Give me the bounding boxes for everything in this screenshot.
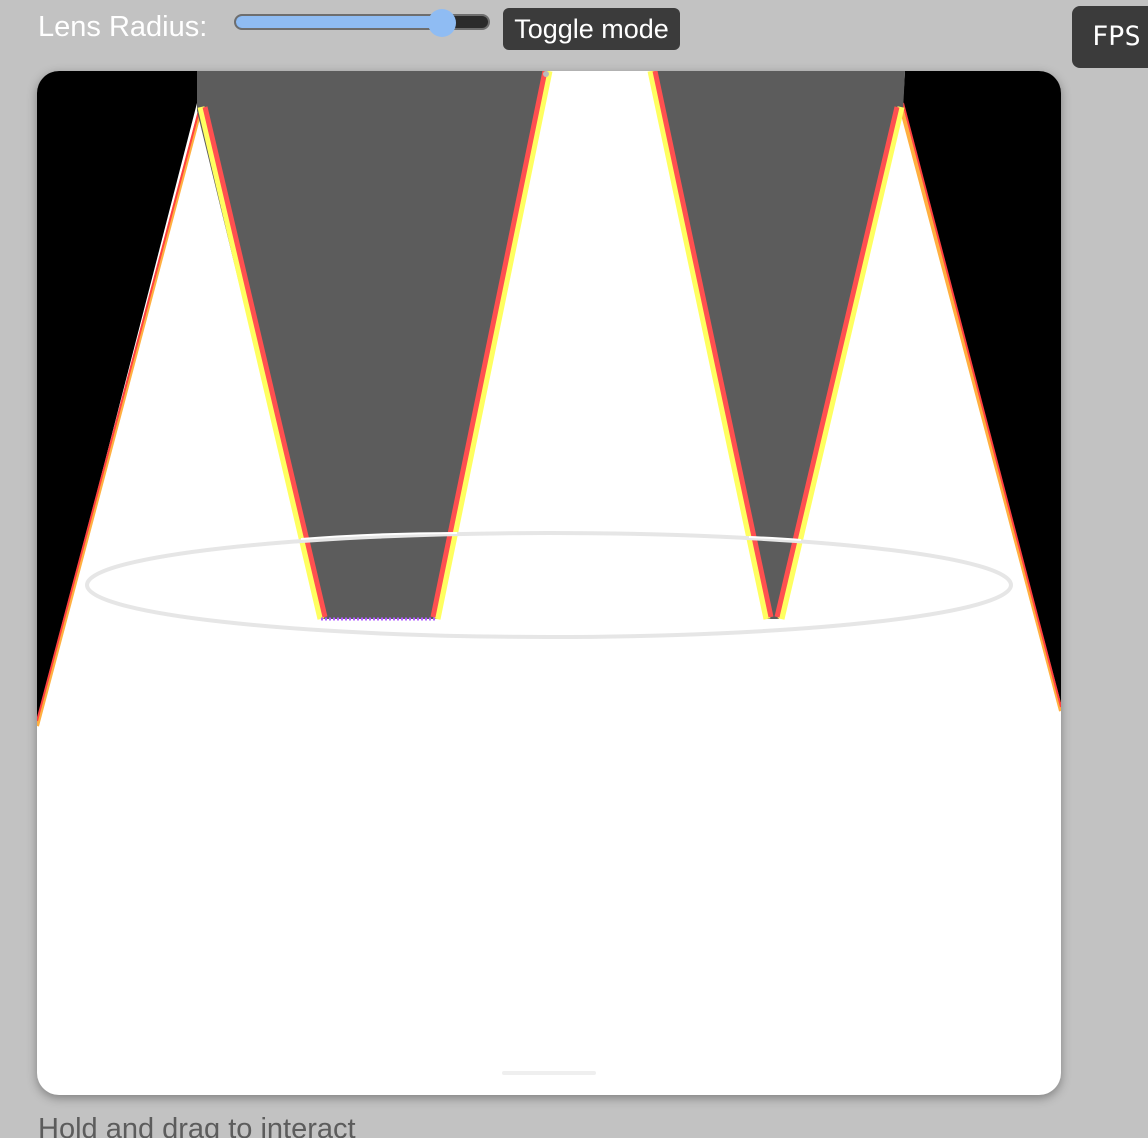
lens-ellipse[interactable]: [85, 531, 1013, 639]
pivot-dot: [543, 71, 549, 77]
lens-radius-slider[interactable]: [234, 9, 490, 37]
interaction-hint: Hold and drag to interact: [38, 1113, 356, 1138]
lens-canvas[interactable]: [37, 71, 1061, 1095]
lens-radius-label: Lens Radius:: [38, 11, 208, 43]
drag-handle[interactable]: [502, 1071, 596, 1075]
slider-thumb[interactable]: [427, 9, 456, 37]
toggle-mode-button[interactable]: Toggle mode: [503, 8, 680, 50]
lens-render[interactable]: [37, 71, 1061, 1095]
page: Lens Radius: Toggle mode FPS Hold and dr…: [0, 0, 1148, 1138]
slider-fill: [236, 16, 444, 28]
fps-badge: FPS: [1072, 6, 1148, 68]
